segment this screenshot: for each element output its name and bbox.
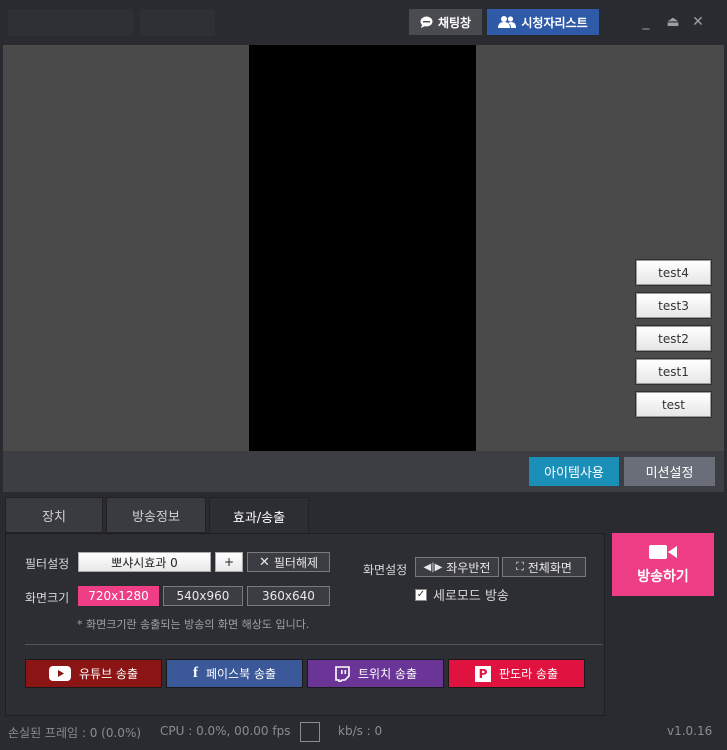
- facebook-icon: f: [192, 665, 198, 681]
- test-button[interactable]: test: [635, 391, 712, 418]
- divider: [25, 644, 603, 645]
- portrait-mode-checkbox[interactable]: ✓: [415, 588, 427, 601]
- camera-preview: [3, 45, 724, 451]
- cpu-status: CPU : 0.0%, 00.00 fps: [160, 724, 291, 738]
- pandora-icon: P: [474, 665, 491, 682]
- lost-frames-status: 손실된 프레임 : 0 (0.0%): [8, 726, 142, 740]
- status-indicator-box: [300, 722, 320, 742]
- size-720x1280-button[interactable]: 720x1280: [78, 586, 159, 606]
- minimize-button[interactable]: _: [638, 14, 654, 30]
- test4-button[interactable]: test4: [635, 259, 712, 286]
- chat-button-label: 채팅창: [437, 15, 472, 30]
- test1-button[interactable]: test1: [635, 358, 712, 385]
- twitch-stream-label: 트위치 송출: [357, 667, 417, 681]
- item-use-button[interactable]: 아이템사용: [529, 457, 619, 486]
- close-icon: ✕: [258, 554, 270, 570]
- youtube-icon: [48, 666, 71, 681]
- restore-button[interactable]: ⏏: [665, 14, 681, 30]
- facebook-stream-label: 페이스북 송출: [205, 667, 277, 681]
- fullscreen-label: 전체화면: [527, 560, 572, 575]
- video-camera-icon: [649, 544, 677, 559]
- filter-clear-label: 필터해제: [273, 555, 319, 570]
- youtube-stream-label: 유튜브 송출: [78, 667, 138, 681]
- pandora-stream-label: 판도라 송출: [498, 667, 558, 681]
- filter-clear-button[interactable]: ✕ 필터해제: [247, 552, 330, 572]
- chat-button[interactable]: 채팅창: [409, 9, 482, 35]
- screen-size-note: * 화면크기란 송출되는 방송의 화면 해상도 입니다.: [77, 618, 310, 631]
- size-540x960-button[interactable]: 540x960: [163, 586, 243, 606]
- viewers-list-button[interactable]: 시청자리스트: [487, 9, 599, 35]
- test2-button[interactable]: test2: [635, 325, 712, 352]
- action-bar: 아이템사용 미션설정: [3, 451, 724, 492]
- filter-label: 필터설정: [25, 557, 70, 571]
- tab-effects-stream[interactable]: 효과/송출: [209, 497, 309, 534]
- flip-horizontal-icon: ◀|▶: [423, 561, 443, 573]
- tab-device[interactable]: 장치: [5, 497, 103, 533]
- size-360x640-button[interactable]: 360x640: [247, 586, 330, 606]
- portrait-mode-label: 세로모드 방송: [433, 589, 509, 604]
- screen-size-label: 화면크기: [25, 591, 70, 605]
- app-logo: [8, 9, 133, 36]
- test3-button[interactable]: test3: [635, 292, 712, 319]
- status-bar: 손실된 프레임 : 0 (0.0%) CPU : 0.0%, 00.00 fps…: [0, 716, 727, 750]
- effects-panel: 필터설정 뽀샤시효과 0 + ✕ 필터해제 화면크기 720x1280 540x…: [5, 533, 605, 716]
- start-broadcast-button[interactable]: 방송하기: [612, 533, 714, 596]
- twitch-stream-button[interactable]: 트위치 송출: [307, 659, 444, 688]
- chat-bubble-icon: [420, 16, 433, 28]
- video-feed: [249, 45, 476, 451]
- filter-add-button[interactable]: +: [215, 552, 243, 572]
- tab-broadcast-info[interactable]: 방송정보: [106, 497, 206, 533]
- fullscreen-icon: ⛶: [516, 560, 524, 573]
- portrait-mode-checkbox-row[interactable]: ✓ 세로모드 방송: [415, 585, 509, 604]
- users-icon: [498, 16, 517, 28]
- pandora-stream-button[interactable]: P 판도라 송출: [448, 659, 585, 688]
- facebook-stream-button[interactable]: f 페이스북 송출: [166, 659, 303, 688]
- fullscreen-button[interactable]: ⛶ 전체화면: [502, 557, 586, 577]
- app-title-placeholder: [140, 9, 215, 36]
- twitch-icon: [335, 665, 350, 682]
- version-label: v1.0.16: [667, 724, 713, 738]
- start-broadcast-label: 방송하기: [637, 568, 689, 585]
- filter-select[interactable]: 뽀샤시효과 0: [78, 552, 211, 572]
- bitrate-status: kb/s : 0: [338, 724, 383, 738]
- close-button[interactable]: ✕: [690, 14, 706, 30]
- mirror-flip-button[interactable]: ◀|▶ 좌우반전: [415, 557, 499, 577]
- youtube-stream-button[interactable]: 유튜브 송출: [25, 659, 162, 688]
- mirror-flip-label: 좌우반전: [446, 560, 491, 575]
- title-bar: 채팅창 시청자리스트 _ ⏏ ✕: [0, 0, 727, 45]
- screen-settings-label: 화면설정: [363, 563, 408, 577]
- mission-settings-button[interactable]: 미션설정: [624, 457, 715, 486]
- viewers-list-label: 시청자리스트: [521, 15, 588, 30]
